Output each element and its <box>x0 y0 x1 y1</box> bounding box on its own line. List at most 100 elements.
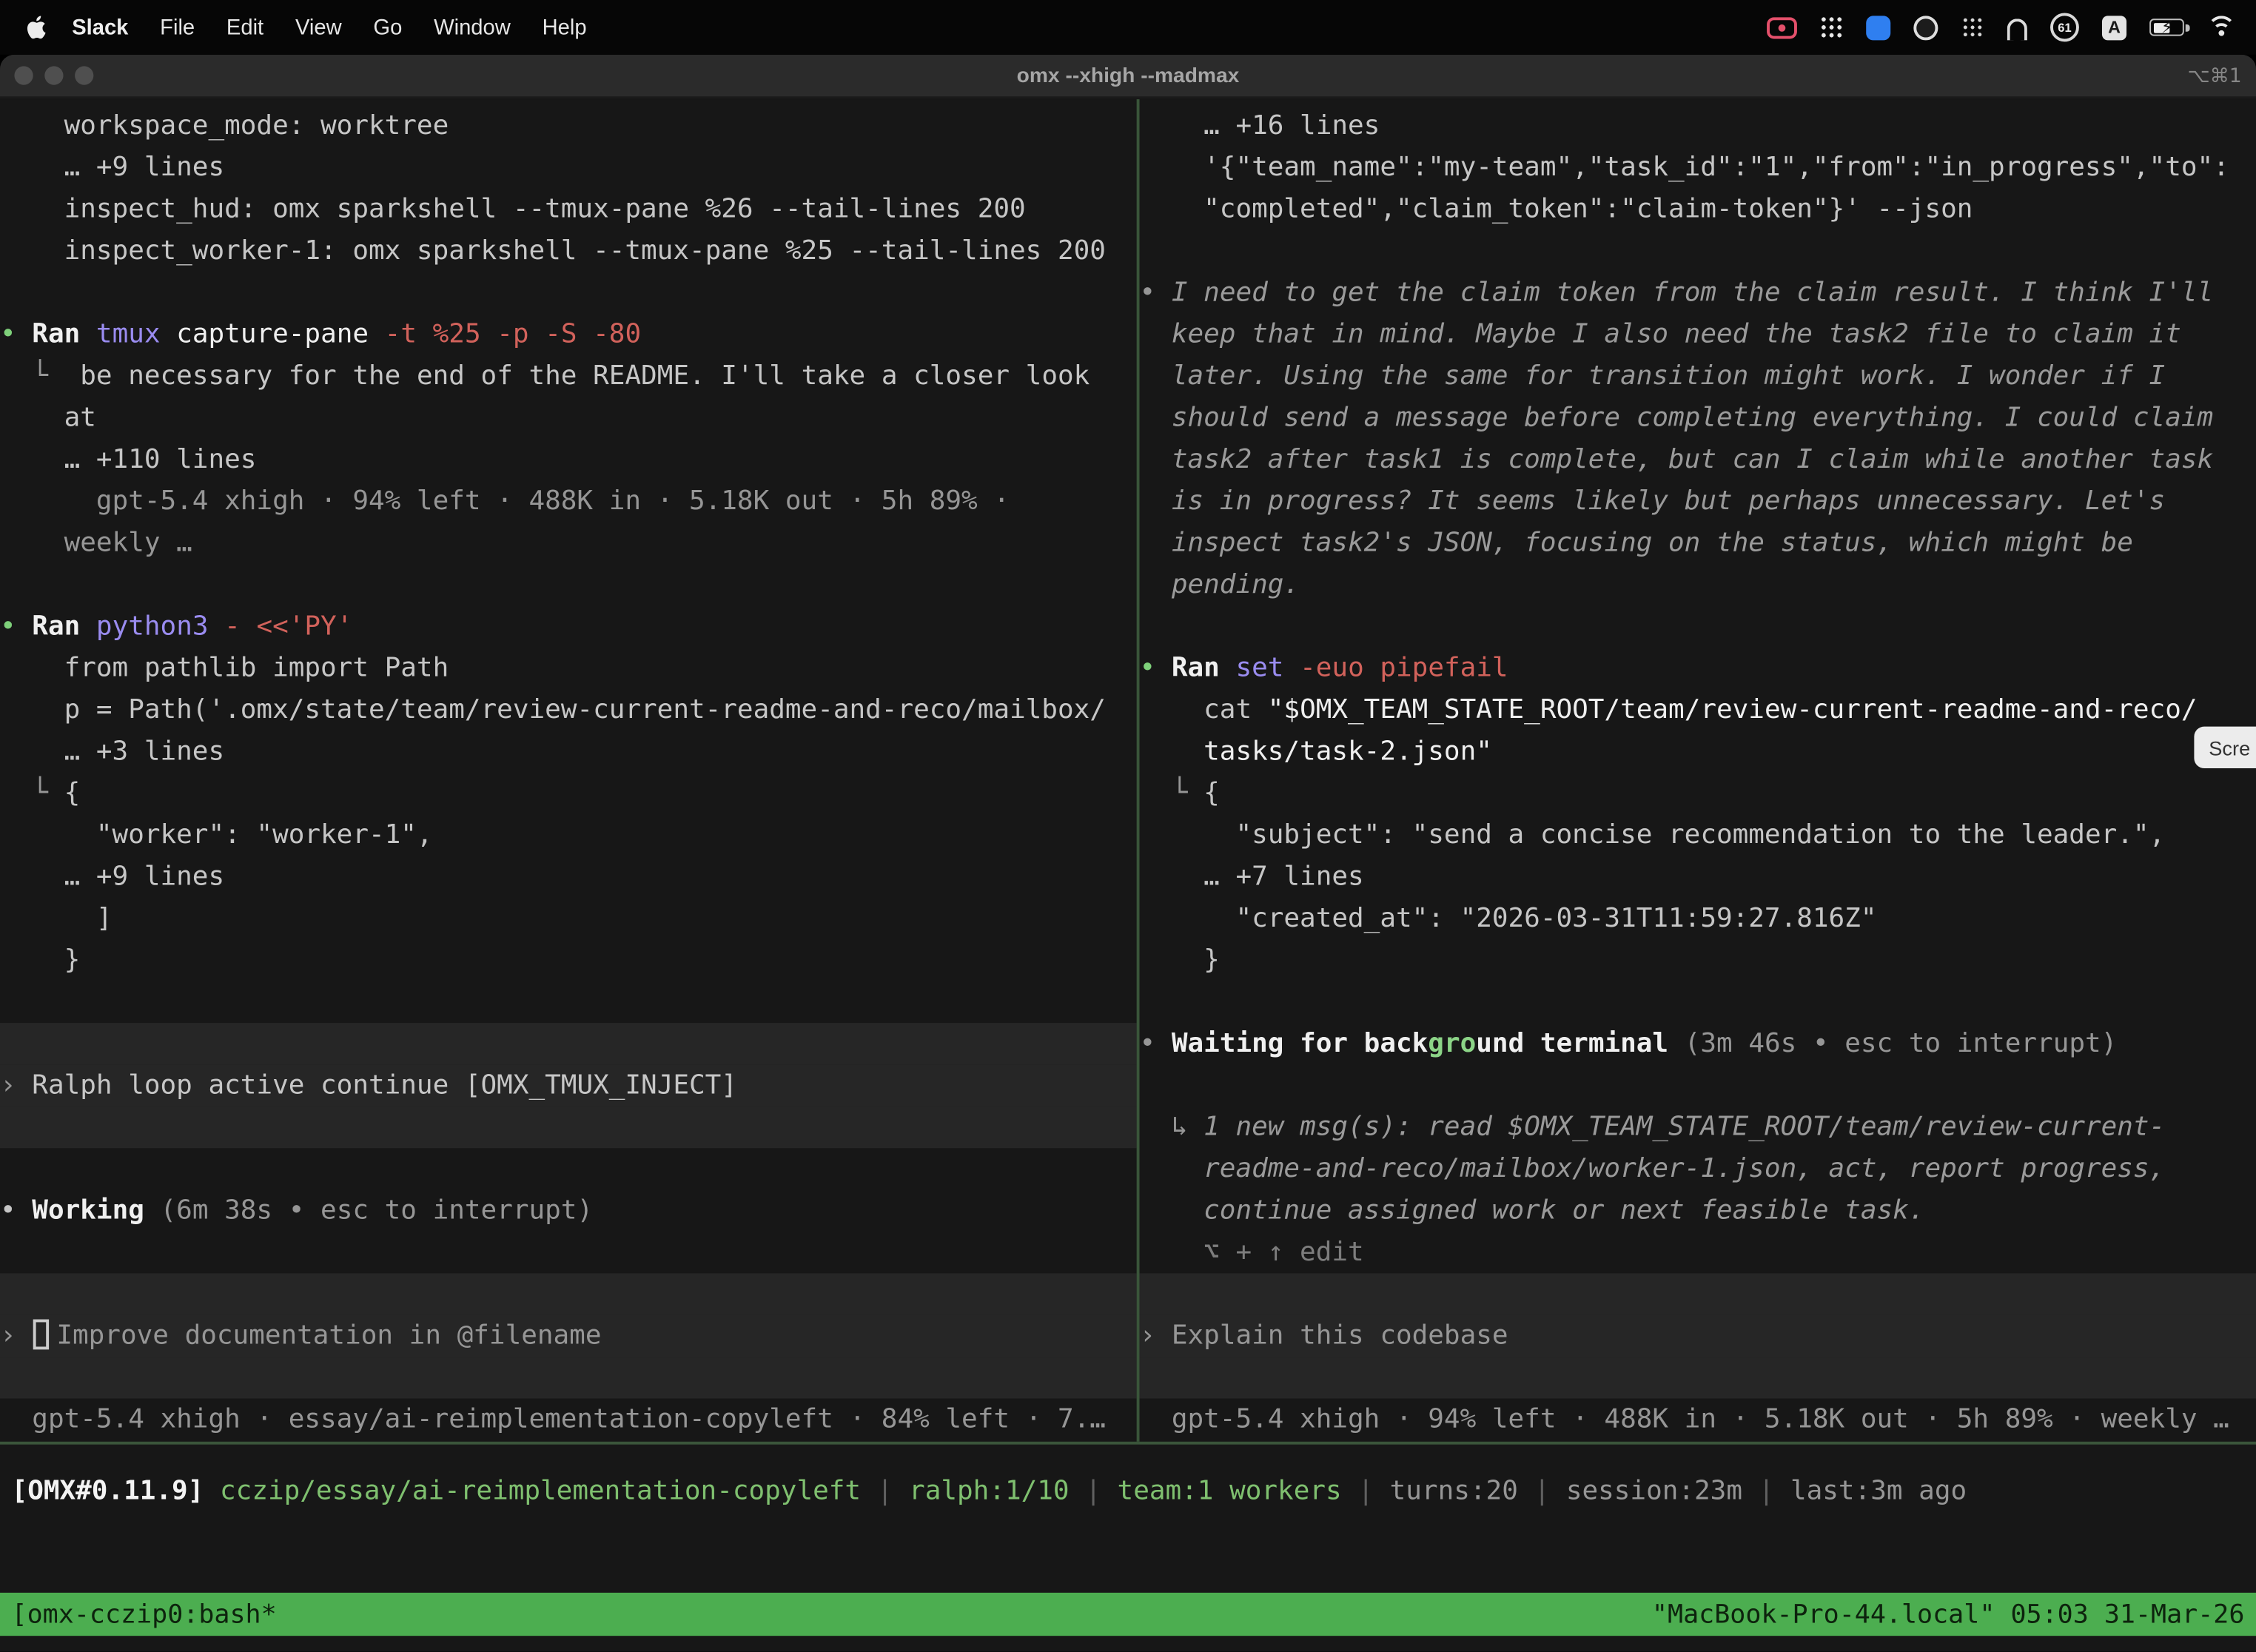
terminal-line <box>1140 605 2256 647</box>
terminal-line: continue assigned work or next feasible … <box>1140 1190 2256 1232</box>
terminal-text: └ <box>0 361 80 392</box>
terminal-line: … +9 lines <box>0 147 1137 188</box>
terminal-text: … +9 lines <box>0 152 224 183</box>
terminal-text: continue assigned work or next feasible … <box>1140 1195 1925 1226</box>
terminal-text: keep that in mind. Maybe I also need the… <box>1140 320 2181 350</box>
terminal-text: › <box>1140 1320 1172 1351</box>
terminal-line: inspect task2's JSON, focusing on the st… <box>1140 523 2256 564</box>
terminal-text: task2 after task1 is complete, but can I… <box>1140 445 2214 475</box>
terminal-text: Ran <box>32 320 96 350</box>
terminal-text: Explain this codebase <box>1172 1320 1508 1351</box>
terminal-line: • Ran tmux capture-pane -t %25 -p -S -80 <box>0 314 1137 355</box>
terminal-text: | <box>861 1476 909 1506</box>
minimize-button[interactable] <box>44 66 63 84</box>
terminal-text: und terminal <box>1476 1029 1684 1059</box>
terminal-text: } <box>0 945 80 976</box>
terminal-line: cat "$OMX_TEAM_STATE_ROOT/team/review-cu… <box>1140 689 2256 731</box>
zoom-button[interactable] <box>75 66 93 84</box>
terminal-line: └ { <box>1140 773 2256 814</box>
screen-recording-icon[interactable] <box>1767 16 1797 38</box>
terminal-line <box>1140 1064 2256 1106</box>
terminal-line: ] <box>0 898 1137 939</box>
terminal-line: tasks/task-2.json" <box>1140 731 2256 772</box>
terminal-text: "created_at": "2026-03-31T11:59:27.816Z" <box>1140 904 1877 934</box>
menu-window[interactable]: Window <box>418 15 526 39</box>
terminal-text: - <<'PY' <box>224 611 352 642</box>
battery-percent-icon[interactable]: 61 <box>2050 13 2079 41</box>
pane-bottom-border <box>0 1442 2256 1445</box>
terminal-line: "worker": "worker-1", <box>0 814 1137 856</box>
menu-help[interactable]: Help <box>526 15 602 39</box>
terminal-text: later. Using the same for transition mig… <box>1140 361 2166 392</box>
wifi-icon[interactable] <box>2207 16 2236 38</box>
prompt-line <box>0 1273 1137 1314</box>
prompt-line <box>0 1357 1137 1398</box>
menu-file[interactable]: File <box>144 15 211 39</box>
terminal-line: task2 after task1 is complete, but can I… <box>1140 439 2256 480</box>
terminal-text: "subject": "send a concise recommendatio… <box>1140 820 2166 850</box>
window-title: omx --xhigh --madmax <box>1017 64 1240 87</box>
terminal-line: … +16 lines <box>1140 105 2256 147</box>
terminal-text: | <box>1342 1476 1390 1506</box>
terminal-line: "completed","claim_token":"claim-token"}… <box>1140 189 2256 230</box>
terminal-text: '{"team_name":"my-team","task_id":"1","f… <box>1140 152 2229 183</box>
terminal-text: Ran <box>1172 654 1236 684</box>
apple-menu[interactable] <box>20 14 56 40</box>
omx-status-line: [OMX#0.11.9] cczip/essay/ai-reimplementa… <box>0 1471 2256 1512</box>
terminal-text: cczip/essay/ai-reimplementation-copyleft <box>220 1476 861 1506</box>
terminal-text: team:1 workers <box>1118 1476 1342 1506</box>
terminal-line <box>0 564 1137 605</box>
grid-menu-icon[interactable] <box>1820 16 1843 38</box>
terminal-text: tasks/task-2.json" <box>1140 736 1492 767</box>
menu-go[interactable]: Go <box>357 15 418 39</box>
app-menu-slack[interactable]: Slack <box>56 15 144 39</box>
terminal-line: gpt-5.4 xhigh · 94% left · 488K in · 5.1… <box>1140 1398 2256 1440</box>
terminal-line: is in progress? It seems likely but perh… <box>1140 480 2256 522</box>
dots-app-icon[interactable] <box>1961 17 1984 37</box>
tmux-pane-right[interactable]: … +16 lines '{"team_name":"my-team","tas… <box>1140 99 2256 1442</box>
tmux-split: workspace_mode: worktree … +9 lines insp… <box>0 99 2256 1442</box>
terminal-line: • Ran set -euo pipefail <box>1140 648 2256 689</box>
screen-overlay-clipped: Scre <box>2195 727 2256 768</box>
prompt-line <box>0 1107 1137 1148</box>
menu-edit[interactable]: Edit <box>211 15 280 39</box>
terminal-text: Ralph loop active continue [OMX_TMUX_INJ… <box>32 1070 737 1101</box>
tmux-session-label: [omx-cczip0:bash* <box>12 1599 277 1630</box>
terminal-text: ralph:1/10 <box>909 1476 1070 1506</box>
terminal-text: (3m 46s • esc to interrupt) <box>1685 1029 2118 1059</box>
terminal-line: └ be necessary for the end of the README… <box>0 355 1137 397</box>
terminal-line: … +110 lines <box>0 439 1137 480</box>
terminal-text: ] <box>0 904 113 934</box>
screen: Slack File Edit View Go Window Help 61 A… <box>0 0 2256 1652</box>
menu-view[interactable]: View <box>280 15 357 39</box>
terminal-line <box>0 1232 1137 1273</box>
terminal-text: be necessary for the end of the README. … <box>80 361 1090 392</box>
blue-app-icon[interactable] <box>1866 15 1890 39</box>
traffic-lights <box>14 55 93 96</box>
terminal-line: } <box>1140 939 2256 981</box>
terminal-text: gpt-5.4 xhigh · 94% left · 488K in · 5.1… <box>1140 1404 2229 1434</box>
close-button[interactable] <box>14 66 33 84</box>
terminal-line: '{"team_name":"my-team","task_id":"1","f… <box>1140 147 2256 188</box>
terminal-text: Waiting for back <box>1172 1029 1428 1059</box>
prompt-line: › Improve documentation in @filename <box>0 1315 1137 1357</box>
prompt-line <box>0 1023 1137 1064</box>
battery-icon[interactable]: ⚡ <box>2149 19 2184 36</box>
terminal-text: … +9 lines <box>0 862 224 892</box>
terminal-text: └ <box>0 779 64 809</box>
terminal-text: should send a message before completing … <box>1140 403 2214 433</box>
tmux-pane-left[interactable]: workspace_mode: worktree … +9 lines insp… <box>0 99 1137 1442</box>
terminal-text: is in progress? It seems likely but perh… <box>1140 486 2166 517</box>
input-source-icon[interactable]: A <box>2102 15 2126 39</box>
terminal-line: • Ran python3 - <<'PY' <box>0 605 1137 647</box>
ring-app-icon[interactable] <box>1913 15 1938 39</box>
terminal-text: "completed","claim_token":"claim-token"}… <box>1140 194 1973 224</box>
prompt-line: › Explain this codebase <box>1140 1315 2256 1357</box>
terminal-window: omx --xhigh --madmax ⌥⌘1 workspace_mode:… <box>0 55 2256 1652</box>
terminal-line: from pathlib import Path <box>0 648 1137 689</box>
ghost-app-icon[interactable] <box>2007 18 2027 39</box>
terminal-line: later. Using the same for transition mig… <box>1140 355 2256 397</box>
terminal-text: … +7 lines <box>1140 862 1364 892</box>
window-titlebar[interactable]: omx --xhigh --madmax ⌥⌘1 <box>0 55 2256 98</box>
tmux-status-bar: [omx-cczip0:bash* "MacBook-Pro-44.local"… <box>0 1593 2256 1636</box>
